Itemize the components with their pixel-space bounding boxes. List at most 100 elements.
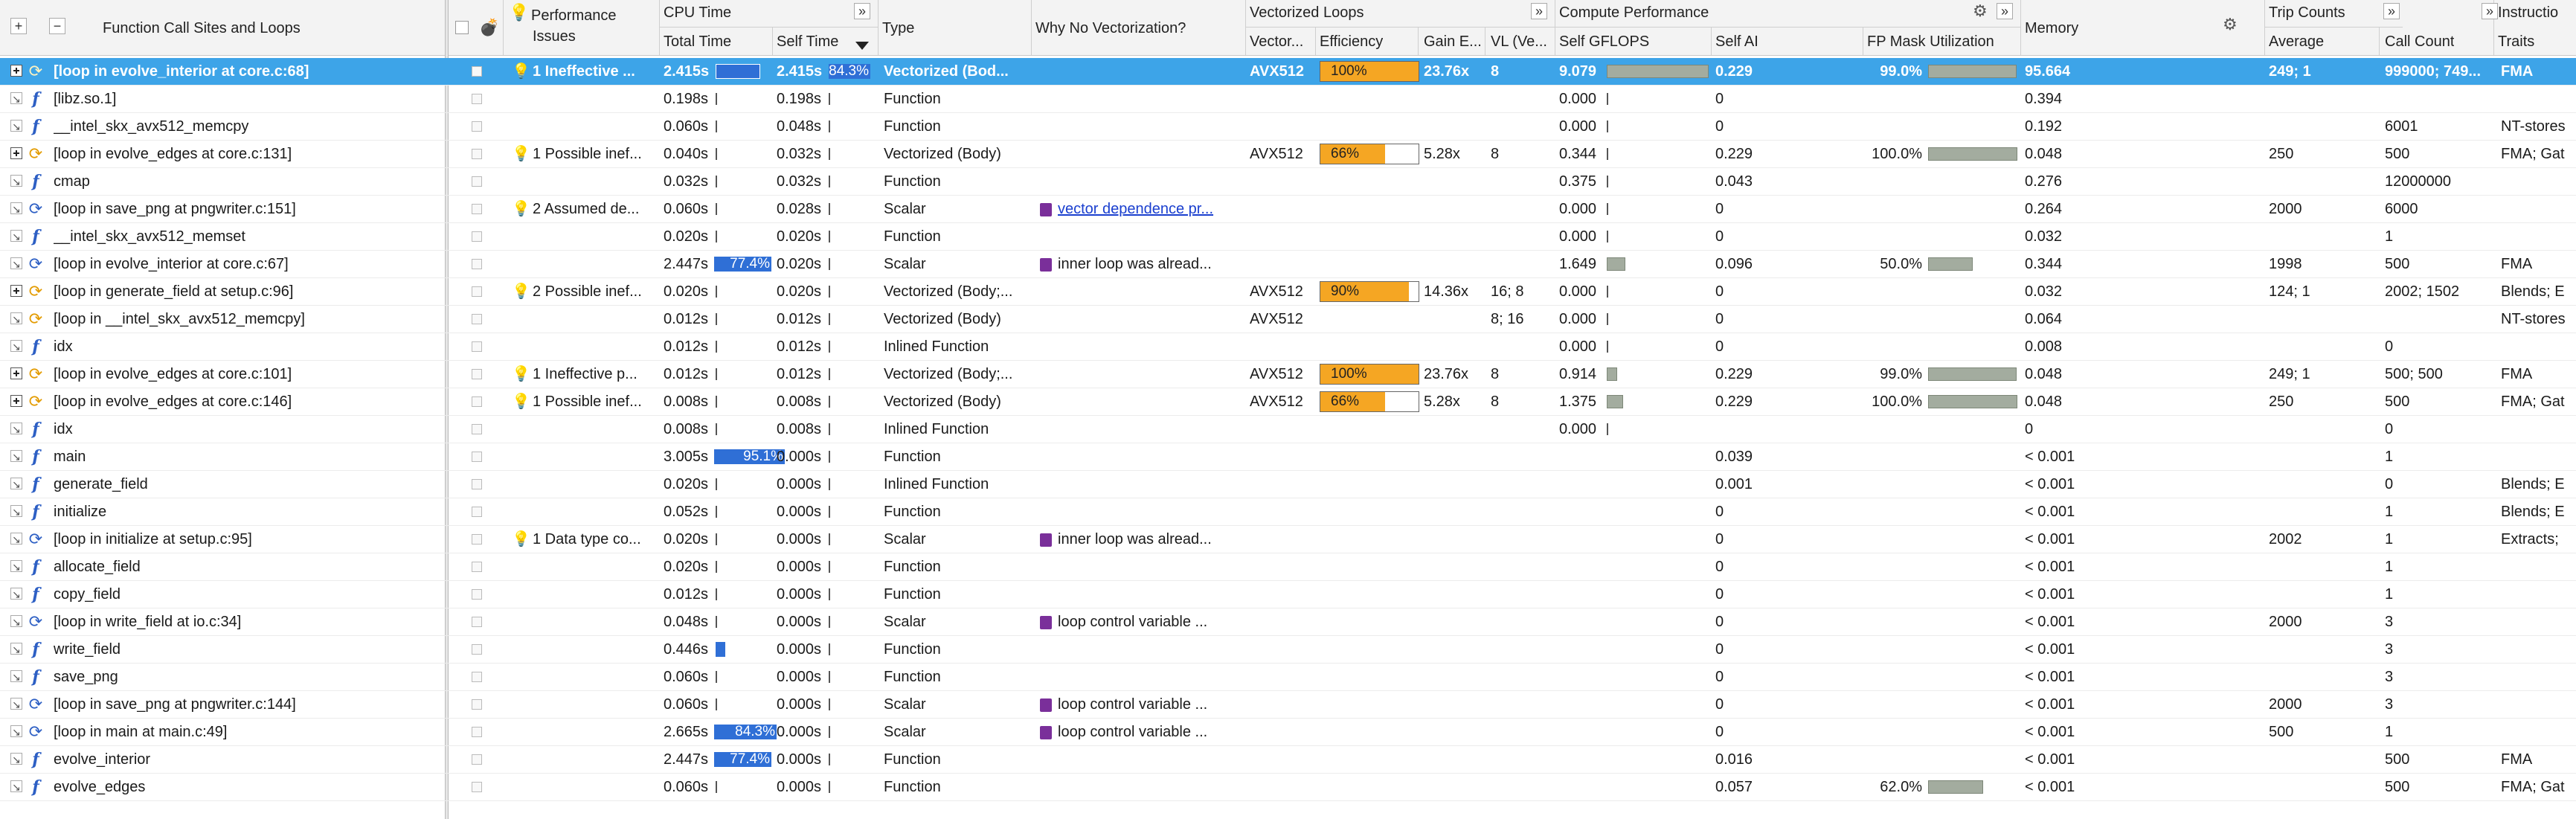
trip-counts-expand-button[interactable]: » (2383, 3, 2400, 19)
expand-all-button[interactable]: + (10, 18, 27, 34)
drill-down-icon[interactable]: ↘ (10, 92, 22, 105)
self-time-header[interactable]: Self Time (777, 30, 838, 54)
function-row[interactable]: ↘ f idx 0.012s 0.012s Inlined Function 0.000 0 0… (0, 333, 2576, 361)
row-checkbox[interactable] (472, 204, 482, 214)
memory-header[interactable]: Memory (2025, 16, 2078, 40)
drill-down-icon[interactable]: ↘ (10, 615, 22, 628)
drill-down-icon[interactable]: ↘ (10, 560, 22, 573)
function-column-header[interactable]: Function Call Sites and Loops (103, 16, 301, 40)
function-row[interactable]: ↘ f save_png 0.060s 0.000s Function 0 < 0.001 3 (0, 664, 2576, 691)
function-row[interactable]: ↘ f main 3.005s 95.1% 0.000s Function 0.039 < 0.… (0, 443, 2576, 471)
loop-row[interactable]: ↘ ⟳ [loop in __intel_skx_avx512_memcpy] 0.0… (0, 306, 2576, 333)
vl-header[interactable]: VL (Ve... (1491, 30, 1553, 54)
select-all-checkbox[interactable] (455, 21, 469, 34)
row-checkbox[interactable] (472, 149, 482, 159)
row-checkbox[interactable] (472, 589, 482, 600)
compute-performance-expand-button[interactable]: » (1997, 3, 2013, 19)
row-checkbox[interactable] (472, 754, 482, 765)
function-row[interactable]: ↘ f idx 0.008s 0.008s Inlined Function 0.000 0 0 (0, 416, 2576, 443)
function-row[interactable]: ↘ f evolve_interior 2.447s 77.4% 0.000s Functi… (0, 746, 2576, 774)
call-count-header[interactable]: Call Count (2385, 30, 2454, 54)
drill-down-icon[interactable]: ↘ (10, 340, 22, 353)
row-checkbox[interactable] (472, 176, 482, 187)
loop-row[interactable]: ⟳ [loop in evolve_edges at core.c:146] 💡 1 … (0, 388, 2576, 416)
total-time-header[interactable]: Total Time (664, 30, 731, 54)
row-checkbox[interactable] (472, 644, 482, 655)
expand-row-icon[interactable] (10, 367, 22, 379)
self-gflops-header[interactable]: Self GFLOPS (1559, 30, 1649, 54)
function-row[interactable]: ↘ f initialize 0.052s 0.000s Function 0 < 0.001… (0, 498, 2576, 526)
expand-row-icon[interactable] (10, 285, 22, 297)
self-ai-header[interactable]: Self AI (1715, 30, 1758, 54)
row-checkbox[interactable] (472, 727, 482, 737)
loop-row[interactable]: ↘ ⟳ [loop in save_png at pngwriter.c:144] 0… (0, 691, 2576, 719)
row-checkbox[interactable] (472, 424, 482, 434)
row-checkbox[interactable] (472, 562, 482, 572)
row-checkbox[interactable] (472, 782, 482, 792)
drill-down-icon[interactable]: ↘ (10, 120, 22, 132)
compute-performance-group-header[interactable]: Compute Performance (1559, 1, 1709, 24)
row-checkbox[interactable] (472, 286, 482, 297)
row-checkbox[interactable] (472, 66, 482, 77)
function-row[interactable]: ↘ f __intel_skx_avx512_memset 0.020s 0.020s F… (0, 223, 2576, 251)
row-checkbox[interactable] (472, 617, 482, 627)
efficiency-header[interactable]: Efficiency (1320, 30, 1383, 54)
cpu-time-expand-button[interactable]: » (854, 3, 870, 19)
loop-row[interactable]: ⟳ [loop in generate_field at setup.c:96] 💡… (0, 278, 2576, 306)
drill-down-icon[interactable]: ↘ (10, 780, 22, 793)
drill-down-icon[interactable]: ↘ (10, 698, 22, 710)
row-checkbox[interactable] (472, 452, 482, 462)
row-checkbox[interactable] (472, 314, 482, 324)
row-checkbox[interactable] (472, 121, 482, 132)
row-checkbox[interactable] (472, 94, 482, 104)
expand-row-icon[interactable] (10, 395, 22, 407)
drill-down-icon[interactable]: ↘ (10, 670, 22, 683)
drill-down-icon[interactable]: ↘ (10, 202, 22, 215)
function-row[interactable]: ↘ f evolve_edges 0.060s 0.000s Function 0.057 6… (0, 774, 2576, 801)
why-no-vectorization-header[interactable]: Why No Vectorization? (1035, 16, 1186, 40)
function-row[interactable]: ↘ f [libz.so.1] 0.198s 0.198s Function 0.000 0 0… (0, 86, 2576, 113)
expand-row-icon[interactable] (10, 147, 22, 159)
drill-down-icon[interactable]: ↘ (10, 423, 22, 435)
drill-down-icon[interactable]: ↘ (10, 478, 22, 490)
gear-icon[interactable]: ⚙ (1973, 1, 1988, 21)
perf-issues-header-line2[interactable]: Issues (533, 27, 576, 46)
drill-down-icon[interactable]: ↘ (10, 588, 22, 600)
loop-row[interactable]: ⟳ [loop in evolve_interior at core.c:68] 💡… (0, 58, 2576, 86)
function-row[interactable]: ↘ f copy_field 0.012s 0.000s Function 0 < 0.001… (0, 581, 2576, 608)
why-text[interactable]: vector dependence pr... (1058, 201, 1213, 217)
gear-icon[interactable]: ⚙ (2223, 15, 2238, 34)
loop-row[interactable]: ⟳ [loop in evolve_edges at core.c:131] 💡 1 … (0, 141, 2576, 168)
cpu-time-group-header[interactable]: CPU Time (664, 1, 731, 24)
vectorized-loops-group-header[interactable]: Vectorized Loops (1250, 1, 1364, 24)
drill-down-icon[interactable]: ↘ (10, 643, 22, 655)
drill-down-icon[interactable]: ↘ (10, 505, 22, 518)
row-checkbox[interactable] (472, 479, 482, 489)
loop-row[interactable]: ↘ ⟳ [loop in save_png at pngwriter.c:151] 💡… (0, 196, 2576, 223)
drill-down-icon[interactable]: ↘ (10, 450, 22, 463)
expand-row-icon[interactable] (10, 65, 22, 77)
row-checkbox[interactable] (472, 396, 482, 407)
drill-down-icon[interactable]: ↘ (10, 230, 22, 243)
loop-row[interactable]: ↘ ⟳ [loop in evolve_interior at core.c:67]… (0, 251, 2576, 278)
row-checkbox[interactable] (472, 534, 482, 545)
function-row[interactable]: ↘ f generate_field 0.020s 0.000s Inlined Func… (0, 471, 2576, 498)
vector-isa-header[interactable]: Vector... (1250, 30, 1314, 54)
drill-down-icon[interactable]: ↘ (10, 725, 22, 738)
drill-down-icon[interactable]: ↘ (10, 257, 22, 270)
traits-header[interactable]: Traits (2498, 30, 2534, 54)
row-checkbox[interactable] (472, 259, 482, 269)
perf-issues-header-line1[interactable]: Performance (531, 6, 617, 25)
loop-row[interactable]: ↘ ⟳ [loop in initialize at setup.c:95] 💡 1 D… (0, 526, 2576, 553)
instructions-group-header[interactable]: Instructio (2498, 1, 2558, 24)
row-checkbox[interactable] (472, 699, 482, 710)
instructions-expand-button[interactable]: » (2482, 3, 2498, 19)
loop-row[interactable]: ↘ ⟳ [loop in main at main.c:49] 2.665s 84.3%… (0, 719, 2576, 746)
function-row[interactable]: ↘ f allocate_field 0.020s 0.000s Function 0 < 0… (0, 553, 2576, 581)
trip-counts-group-header[interactable]: Trip Counts (2269, 1, 2345, 24)
collapse-all-button[interactable]: − (49, 18, 65, 34)
row-checkbox[interactable] (472, 672, 482, 682)
function-row[interactable]: ↘ f __intel_skx_avx512_memcpy 0.060s 0.048s F… (0, 113, 2576, 141)
drill-down-icon[interactable]: ↘ (10, 753, 22, 765)
average-header[interactable]: Average (2269, 30, 2324, 54)
